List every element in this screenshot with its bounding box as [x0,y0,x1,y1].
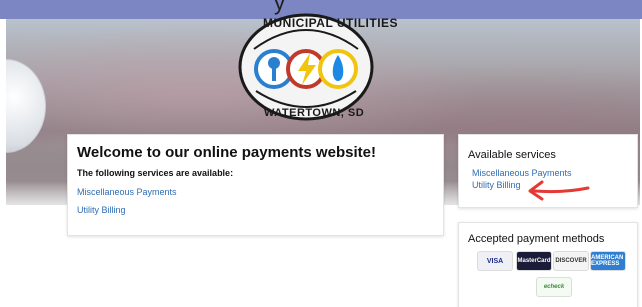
red-arrow-icon [528,180,590,201]
sidebar-link-utility-billing[interactable]: Utility Billing [472,180,521,190]
echeck-icon: echeck [537,278,571,296]
payment-methods-panel: Accepted payment methods VISA MasterCard… [458,222,638,307]
mastercard-icon: MasterCard [517,252,551,270]
services-intro: The following services are available: [77,168,234,178]
discover-card-icon: DISCOVER [554,252,588,270]
welcome-title: Welcome to our online payments website! [77,144,376,161]
welcome-panel: Welcome to our online payments website! … [67,134,444,236]
payment-methods-heading: Accepted payment methods [468,233,605,245]
available-services-heading: Available services [468,149,556,161]
link-utility-billing[interactable]: Utility Billing [77,205,126,215]
american-express-icon: AMERICAN EXPRESS [591,252,625,270]
link-miscellaneous-payments[interactable]: Miscellaneous Payments [77,187,177,197]
water-tower-image [6,59,46,153]
logo-top-text: MUNICIPAL UTILITIES [263,16,399,30]
visa-card-icon: VISA [478,252,512,270]
logo-bottom-text: WATERTOWN, SD [264,107,365,119]
